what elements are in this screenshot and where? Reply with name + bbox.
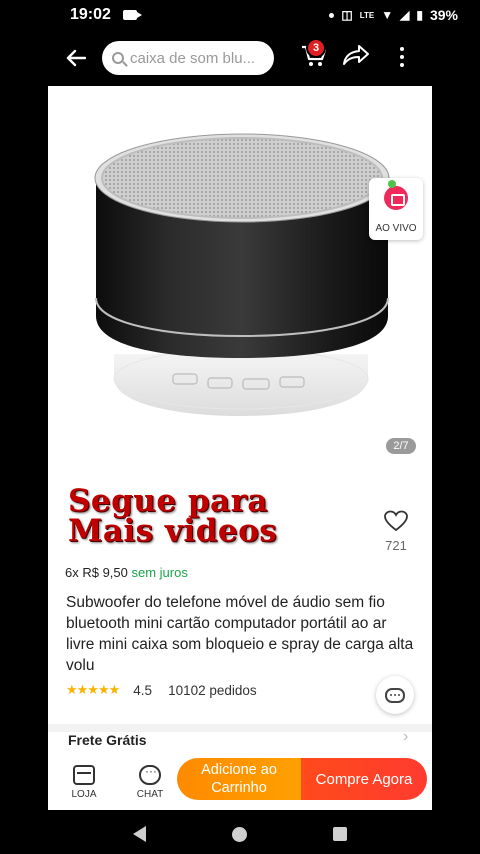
- system-back-icon[interactable]: [133, 826, 146, 842]
- image-pager: 2/7: [386, 438, 416, 454]
- product-page: AO VIVO 2/7 Segue para Mais videos 721 6…: [48, 86, 432, 810]
- installments-no-interest: sem juros: [131, 565, 188, 580]
- more-options-icon[interactable]: [398, 42, 406, 72]
- store-button[interactable]: LOJA: [54, 764, 114, 800]
- add-to-cart-button[interactable]: Adicione ao Carrinho: [177, 758, 301, 800]
- bottom-action-bar: LOJA CHAT Adicione ao Carrinho Compre Ag…: [48, 754, 432, 810]
- rating-score: 4.5: [133, 682, 153, 698]
- system-home-icon[interactable]: [232, 826, 247, 842]
- chat-icon: [139, 764, 161, 785]
- store-label: LOJA: [71, 788, 97, 800]
- status-icons: ◫ LTE ▼ ◢ ▮ 39%: [329, 7, 458, 23]
- rating-row[interactable]: ★★★★★ 4.5 10102 pedidos: [66, 682, 257, 698]
- wishlist-heart-icon[interactable]: [384, 510, 408, 532]
- system-recents-icon[interactable]: [333, 827, 347, 841]
- system-navigation-bar: [0, 814, 480, 854]
- live-indicator-dot: [388, 180, 396, 188]
- chat-bubble-icon: [385, 687, 405, 703]
- live-tv-icon: [384, 186, 408, 210]
- notification-dot-icon: [329, 12, 335, 18]
- search-placeholder: caixa de som blu...: [130, 49, 256, 67]
- search-icon: [112, 52, 124, 64]
- chat-button[interactable]: CHAT: [120, 764, 180, 800]
- installments-price: 6x R$ 9,50: [65, 565, 128, 580]
- buy-now-button[interactable]: Compre Agora: [301, 758, 427, 800]
- product-title: Subwoofer do telefone móvel de áudio sem…: [66, 594, 414, 674]
- chat-label: CHAT: [136, 788, 164, 800]
- caption-line-1: Segue para: [68, 483, 269, 519]
- section-divider: [48, 724, 432, 732]
- product-image[interactable]: AO VIVO 2/7: [48, 86, 432, 466]
- video-overlay-caption: Segue para Mais videos: [68, 483, 278, 549]
- caption-line-2: Mais videos: [68, 513, 278, 549]
- wishlist-count: 721: [385, 538, 407, 553]
- search-input[interactable]: caixa de som blu...: [102, 41, 274, 75]
- back-arrow-icon[interactable]: [56, 38, 96, 78]
- store-icon: [73, 764, 95, 785]
- top-navigation: caixa de som blu... 3: [0, 36, 480, 80]
- live-label: AO VIVO: [375, 223, 417, 234]
- network-type-label: LTE: [359, 10, 375, 20]
- status-bar: 19:02 ◫ LTE ▼ ◢ ▮ 39%: [0, 0, 480, 30]
- shipping-label[interactable]: Frete Grátis: [68, 732, 147, 748]
- video-camera-icon: [122, 10, 142, 20]
- chevron-right-icon[interactable]: ›: [403, 728, 408, 746]
- vibrate-icon: ◫: [341, 8, 353, 22]
- signal-icon: ◢: [400, 8, 410, 22]
- status-time: 19:02: [70, 6, 111, 23]
- wifi-icon: ▼: [381, 8, 394, 22]
- live-stream-button[interactable]: AO VIVO: [369, 178, 423, 240]
- orders-count: 10102 pedidos: [168, 682, 257, 698]
- floating-chat-button[interactable]: [376, 676, 414, 714]
- battery-icon: ▮: [416, 8, 423, 22]
- rating-stars-icon: ★★★★★: [66, 682, 120, 697]
- installments-text: 6x R$ 9,50 sem juros: [65, 565, 188, 580]
- battery-percent: 39%: [429, 7, 458, 23]
- share-icon[interactable]: [342, 44, 370, 73]
- cart-count-badge: 3: [306, 38, 326, 58]
